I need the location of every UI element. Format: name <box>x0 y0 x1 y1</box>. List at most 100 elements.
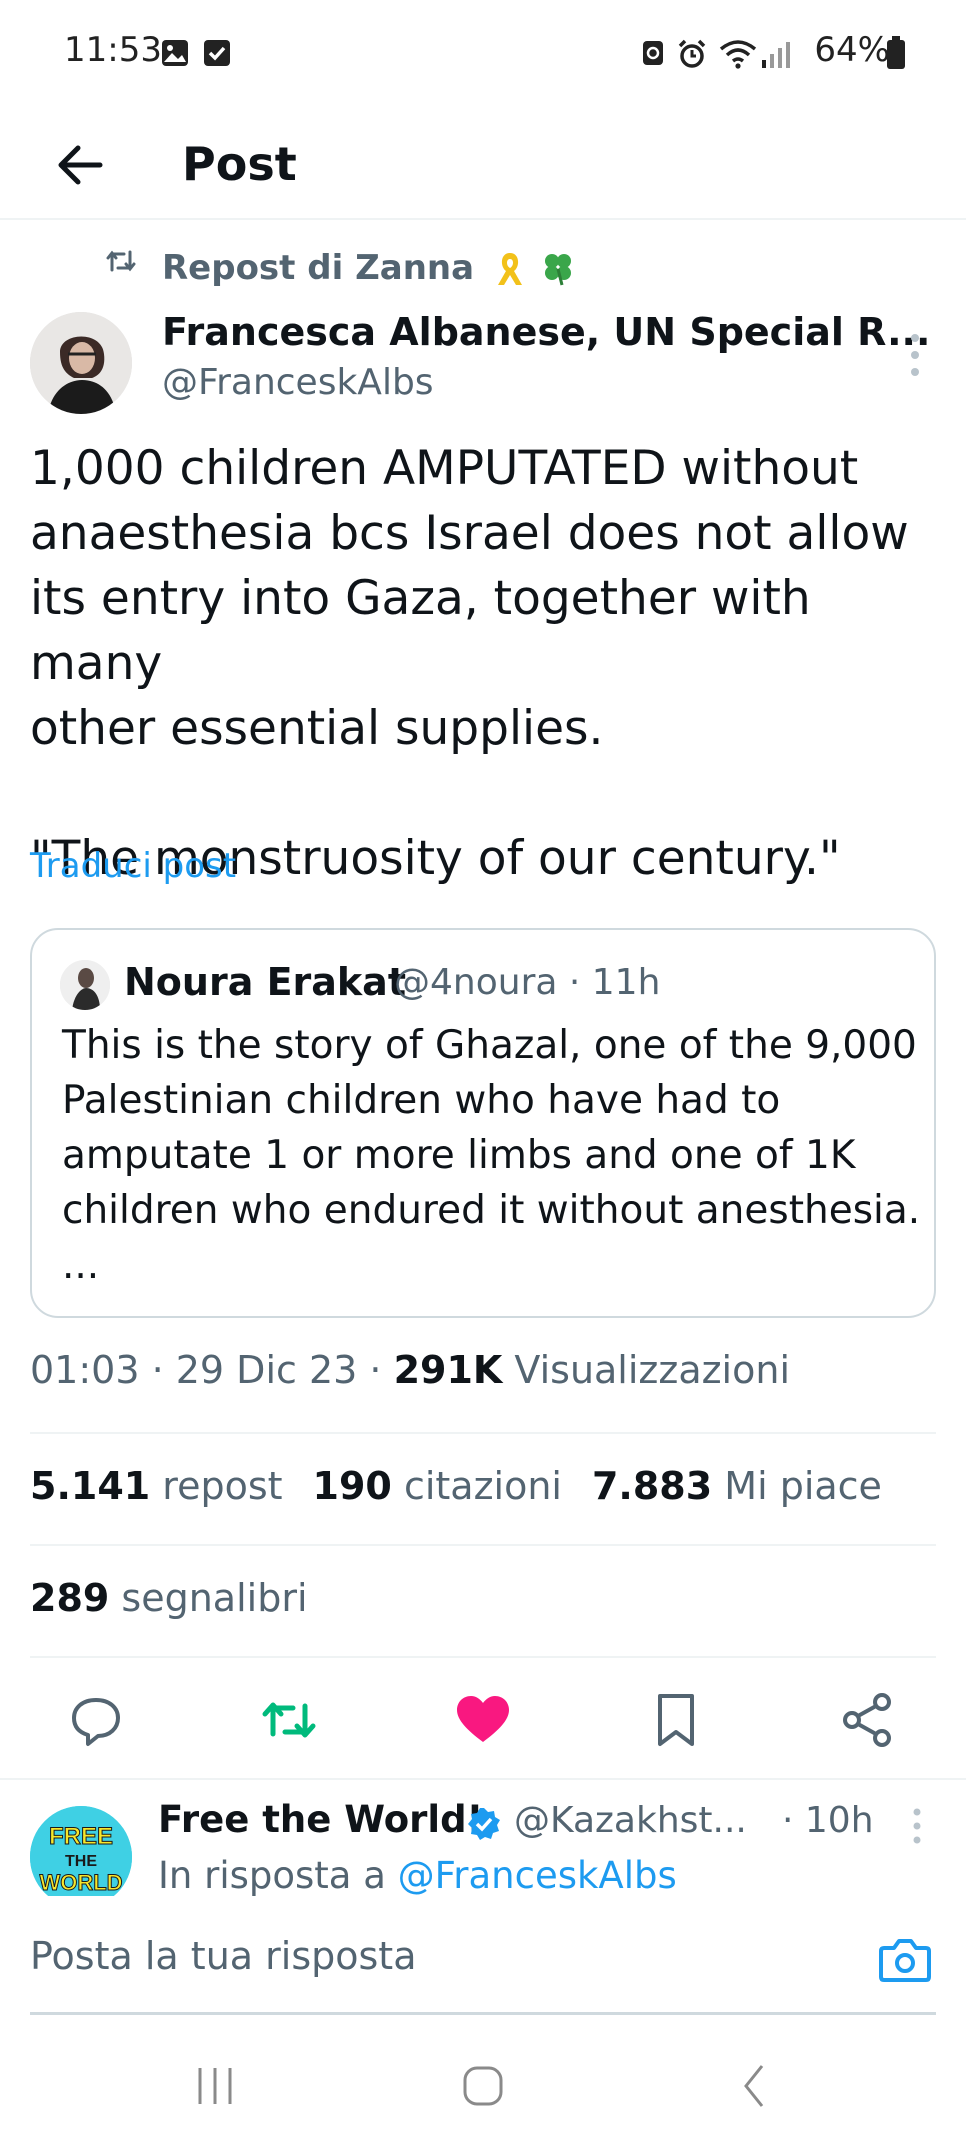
quoted-author-avatar <box>60 960 110 1010</box>
camera-icon <box>879 1939 931 1982</box>
repost-icon <box>262 1702 316 1738</box>
chevron-left-icon <box>744 2065 764 2107</box>
post-text-line: anaesthesia bcs Israel does not allow <box>30 506 909 561</box>
post-time-date: 01:03 · 29 Dic 23 · <box>30 1348 394 1392</box>
divider <box>30 1544 936 1546</box>
quoted-text-line: amputate 1 or more limbs and one of 1K <box>62 1133 856 1178</box>
status-bar: 11:53 64% <box>0 0 966 110</box>
check-box-icon <box>204 40 230 66</box>
quoted-author-photo <box>60 960 110 1010</box>
author-handle[interactable]: @FranceskAlbs <box>162 362 434 403</box>
like-button[interactable] <box>453 1690 513 1750</box>
quoted-post-card[interactable]: Noura Erakat @4noura · 11h This is the s… <box>30 928 936 1318</box>
quoted-handle-time: @4noura · 11h <box>394 962 661 1003</box>
reply-input[interactable] <box>30 1926 850 1986</box>
arrow-left-icon <box>58 145 103 185</box>
repost-button[interactable] <box>259 1690 319 1750</box>
more-options-button[interactable] <box>900 330 930 380</box>
divider <box>30 1656 936 1658</box>
author-name[interactable]: Francesca Albanese, UN Special R... <box>162 310 930 354</box>
recent-apps-button[interactable] <box>180 2056 250 2116</box>
back-nav-button[interactable] <box>720 2056 790 2116</box>
verified-badge-icon <box>468 1808 500 1840</box>
reply-composer <box>0 1896 966 2016</box>
heart-icon <box>457 1696 509 1742</box>
bookmarks-count: 289 <box>30 1576 110 1620</box>
post-text: 1,000 children AMPUTATED without anaesth… <box>30 436 940 891</box>
post-text-line: other essential supplies. <box>30 701 604 756</box>
post-meta: 01:03 · 29 Dic 23 · 291K Visualizzazioni <box>30 1348 790 1392</box>
reply-icon <box>72 1698 120 1746</box>
repost-icon <box>106 250 136 272</box>
free-the-world-logo: FREE THE WORLD <box>30 1806 132 1908</box>
reposts-count: 5.141 <box>30 1464 151 1508</box>
yellow-ribbon-icon <box>497 253 522 285</box>
quoted-text-line: children who endured it without anesthes… <box>62 1188 921 1233</box>
likes-label: Mi piace <box>724 1464 882 1508</box>
home-icon <box>463 2066 503 2106</box>
views-count: 291K <box>393 1348 503 1392</box>
section-divider <box>0 1778 966 1780</box>
action-bar <box>0 1660 966 1780</box>
likes-stat[interactable]: 7.883 Mi piace <box>592 1464 882 1508</box>
screen: 11:53 64% Post Repost di Zanna Francesca… <box>0 0 966 2147</box>
repost-label-text: Repost di Zanna <box>162 248 475 288</box>
reply-to-prefix: In risposta a <box>158 1854 398 1897</box>
share-button[interactable] <box>838 1690 898 1750</box>
translate-post-link[interactable]: Traduci post <box>30 846 236 886</box>
quoted-text-line: Palestinian children who have had to <box>62 1078 781 1123</box>
author-photo <box>30 312 132 414</box>
gallery-icon <box>162 40 188 66</box>
reposts-stat[interactable]: 5.141 repost <box>30 1464 283 1508</box>
alarm-icon <box>678 39 706 68</box>
reply-to-line: In risposta a @FranceskAlbs <box>158 1854 677 1897</box>
clover-icon <box>544 254 571 286</box>
views-label: Visualizzazioni <box>502 1348 790 1392</box>
reply-author-handle[interactable]: @Kazakhst... <box>514 1800 747 1841</box>
more-vertical-icon <box>911 334 919 376</box>
quotes-stat[interactable]: 190 citazioni <box>313 1464 562 1508</box>
quoted-text-ellipsis: ... <box>62 1243 100 1288</box>
post-text-line: 1,000 children AMPUTATED without <box>30 441 859 496</box>
more-vertical-icon <box>913 1808 921 1844</box>
page-header: Post <box>0 110 966 220</box>
quoted-author-name: Noura Erakat <box>124 960 406 1004</box>
reply-author-name[interactable]: Free the World! <box>158 1798 483 1841</box>
quoted-text-line: This is the story of Ghazal, one of the … <box>62 1023 917 1068</box>
bookmark-icon <box>658 1694 694 1746</box>
reply-time: · 10h <box>782 1800 874 1841</box>
home-button[interactable] <box>448 2056 518 2116</box>
quoted-post-text: This is the story of Ghazal, one of the … <box>62 1018 922 1293</box>
svg-text:WORLD: WORLD <box>39 1870 122 1895</box>
camera-button[interactable] <box>878 1936 932 1984</box>
battery-icon <box>887 36 905 69</box>
repost-label: Repost di Zanna <box>162 248 576 288</box>
share-icon <box>843 1693 891 1747</box>
divider <box>30 1432 936 1434</box>
svg-text:FREE: FREE <box>49 1823 113 1850</box>
status-time: 11:53 <box>64 30 162 70</box>
reply-to-mention[interactable]: @FranceskAlbs <box>398 1854 677 1897</box>
author-avatar[interactable] <box>30 312 132 414</box>
reply-author-avatar[interactable]: FREE THE WORLD <box>30 1806 132 1908</box>
post-stats: 5.141 repost 190 citazioni 7.883 Mi piace <box>30 1464 882 1508</box>
sync-lock-icon <box>643 41 663 65</box>
recent-apps-icon <box>198 2068 232 2104</box>
system-nav-bar <box>0 2030 966 2147</box>
bookmarks-stat: 289 segnalibri <box>30 1576 308 1620</box>
composer-underline <box>30 2012 936 2015</box>
signal-icon <box>762 42 790 68</box>
back-button[interactable] <box>46 130 116 200</box>
reply-more-options-button[interactable] <box>905 1806 929 1846</box>
battery-percent: 64% <box>814 30 890 70</box>
svg-text:THE: THE <box>65 1853 97 1870</box>
quotes-label: citazioni <box>403 1464 562 1508</box>
post-text-line: its entry into Gaza, together with many <box>30 571 811 691</box>
likes-count: 7.883 <box>591 1464 713 1508</box>
bookmark-button[interactable] <box>646 1690 706 1750</box>
bookmarks-label: segnalibri <box>121 1576 308 1620</box>
reposts-label: repost <box>162 1464 283 1508</box>
page-title: Post <box>182 137 297 191</box>
reply-button[interactable] <box>66 1690 126 1750</box>
